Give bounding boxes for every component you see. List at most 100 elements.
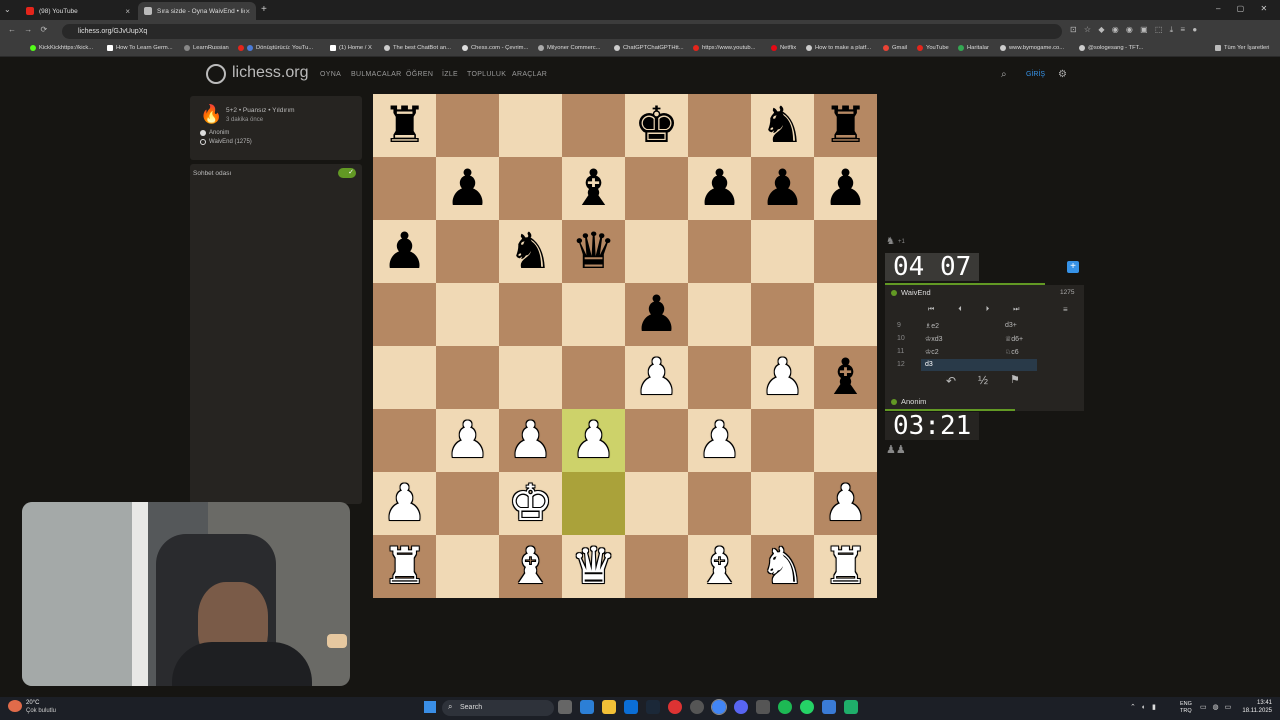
system-tray-icons[interactable]: ⌃ ◐ ▮: [1130, 703, 1156, 711]
square-b4[interactable]: [436, 346, 499, 409]
url-field[interactable]: lichess.org/GJvUupXq: [62, 24, 1062, 39]
window-controls[interactable]: – ▢ ✕: [1216, 4, 1267, 13]
opponent-name[interactable]: WaivEnd: [901, 288, 931, 297]
bookmark-item[interactable]: LearnRussian: [184, 45, 229, 51]
bookmark-item[interactable]: ChatGPTChatGPTHtt...: [614, 45, 684, 51]
bookmark-item[interactable]: Gmail: [883, 45, 907, 51]
input-language[interactable]: ENG TRQ: [1180, 701, 1194, 715]
chrome-icon[interactable]: [711, 699, 727, 715]
network-volume-icons[interactable]: ▭ ◍ ▭: [1200, 703, 1231, 711]
move-black[interactable]: ♘c6: [1005, 348, 1019, 356]
bookmark-item[interactable]: Chess.com - Çevrim...: [462, 45, 528, 51]
square-c4[interactable]: [499, 346, 562, 409]
white-pawn-h2[interactable]: ♟: [814, 472, 877, 535]
search-icon[interactable]: ⌕: [1001, 69, 1007, 80]
square-e1[interactable]: [625, 535, 688, 598]
bookmark-item[interactable]: (1) Home / X: [330, 45, 372, 51]
chat-toggle[interactable]: ✓: [338, 168, 356, 178]
bookmark-item[interactable]: How To Learn Germ...: [107, 45, 173, 51]
square-h5[interactable]: [814, 283, 877, 346]
whatsapp-icon[interactable]: [800, 700, 814, 714]
tab-list-icon[interactable]: ⌄: [4, 5, 11, 14]
nav-buttons[interactable]: ← → ⟳: [8, 25, 47, 34]
white-pawn-d3[interactable]: ♟: [562, 409, 625, 472]
square-e2[interactable]: [625, 472, 688, 535]
white-pawn-f3[interactable]: ♟: [688, 409, 751, 472]
bookmark-folder[interactable]: Tüm Yer İşaretleri: [1215, 45, 1269, 51]
close-icon[interactable]: ×: [245, 7, 250, 16]
white-bishop-c1[interactable]: ♝: [499, 535, 562, 598]
taskbar-search[interactable]: Search: [442, 700, 554, 716]
white-pawn-a2[interactable]: ♟: [373, 472, 436, 535]
settings-gear-icon[interactable]: ⚙: [1058, 69, 1067, 80]
tab-youtube[interactable]: (98) YouTube ×: [20, 2, 136, 20]
bookmark-item[interactable]: @sologesang - TFT...: [1079, 45, 1143, 51]
square-f4[interactable]: [688, 346, 751, 409]
app-icon[interactable]: [690, 700, 704, 714]
bookmark-item[interactable]: How to make a platf...: [806, 45, 871, 51]
square-e3[interactable]: [625, 409, 688, 472]
square-c7[interactable]: [499, 157, 562, 220]
bookmark-item[interactable]: KickKickhttps://kick...: [30, 45, 93, 51]
windows-start-icon[interactable]: [424, 701, 436, 713]
square-b5[interactable]: [436, 283, 499, 346]
player-black-row[interactable]: WaivEnd (1275): [200, 139, 252, 145]
square-f8[interactable]: [688, 94, 751, 157]
move-black[interactable]: ♕d6+: [1005, 335, 1023, 343]
white-bishop-f1[interactable]: ♝: [688, 535, 751, 598]
bookmark-item[interactable]: https://www.youtub...: [693, 45, 756, 51]
move-white[interactable]: ♔c2: [921, 346, 1001, 358]
nav-puzzles[interactable]: BULMACALAR: [351, 71, 401, 78]
square-f5[interactable]: [688, 283, 751, 346]
offer-draw-button[interactable]: ½: [978, 373, 988, 387]
nav-tools[interactable]: ARAÇLAR: [512, 71, 547, 78]
bookmark-item[interactable]: Milyoner Commerc...: [538, 45, 600, 51]
square-f2[interactable]: [688, 472, 751, 535]
resign-flag-icon[interactable]: ⚑: [1010, 373, 1020, 386]
bookmark-item[interactable]: YouTube: [917, 45, 949, 51]
app-icon[interactable]: [844, 700, 858, 714]
square-h6[interactable]: [814, 220, 877, 283]
square-g5[interactable]: [751, 283, 814, 346]
square-g2[interactable]: [751, 472, 814, 535]
square-a3[interactable]: [373, 409, 436, 472]
white-pawn-c3[interactable]: ♟: [499, 409, 562, 472]
square-f6[interactable]: [688, 220, 751, 283]
bookmark-item[interactable]: Haritalar: [958, 45, 989, 51]
app-icon[interactable]: [668, 700, 682, 714]
white-rook-h1[interactable]: ♜: [814, 535, 877, 598]
square-b6[interactable]: [436, 220, 499, 283]
nav-learn[interactable]: ÖĞREN: [406, 71, 433, 78]
white-king-c2[interactable]: ♚: [499, 472, 562, 535]
task-view-icon[interactable]: [558, 700, 572, 714]
square-e6[interactable]: [625, 220, 688, 283]
extension-icons[interactable]: ⊡ ☆ ◆ ◉ ◉ ▣ ⬚ ⤓ ≡ ●: [1070, 25, 1197, 35]
lichess-logo-icon[interactable]: [206, 64, 226, 84]
login-link[interactable]: GİRİŞ: [1026, 71, 1045, 78]
store-icon[interactable]: [624, 700, 638, 714]
square-e7[interactable]: [625, 157, 688, 220]
app-icon[interactable]: [822, 700, 836, 714]
move-black[interactable]: d3+: [1005, 322, 1017, 329]
steam-icon[interactable]: [646, 700, 660, 714]
square-b2[interactable]: [436, 472, 499, 535]
square-g3[interactable]: [751, 409, 814, 472]
nav-watch[interactable]: İZLE: [442, 71, 458, 78]
tab-lichess[interactable]: Sıra sizde - Oyna WaivEnd • lic ×: [138, 2, 256, 20]
square-d4[interactable]: [562, 346, 625, 409]
nav-play[interactable]: OYNA: [320, 71, 341, 78]
square-g6[interactable]: [751, 220, 814, 283]
white-pawn-g4[interactable]: ♟: [751, 346, 814, 409]
square-a4[interactable]: [373, 346, 436, 409]
square-c8[interactable]: [499, 94, 562, 157]
menu-icon[interactable]: ≡: [1063, 305, 1068, 314]
add-time-button[interactable]: +: [1067, 261, 1079, 273]
spotify-icon[interactable]: [778, 700, 792, 714]
file-explorer-icon[interactable]: [602, 700, 616, 714]
copilot-icon[interactable]: [580, 700, 594, 714]
move-white[interactable]: ♗e2: [921, 320, 1001, 332]
white-pawn-e4[interactable]: ♟: [625, 346, 688, 409]
site-logo[interactable]: lichess.org: [232, 64, 308, 82]
square-h3[interactable]: [814, 409, 877, 472]
white-pawn-b3[interactable]: ♟: [436, 409, 499, 472]
